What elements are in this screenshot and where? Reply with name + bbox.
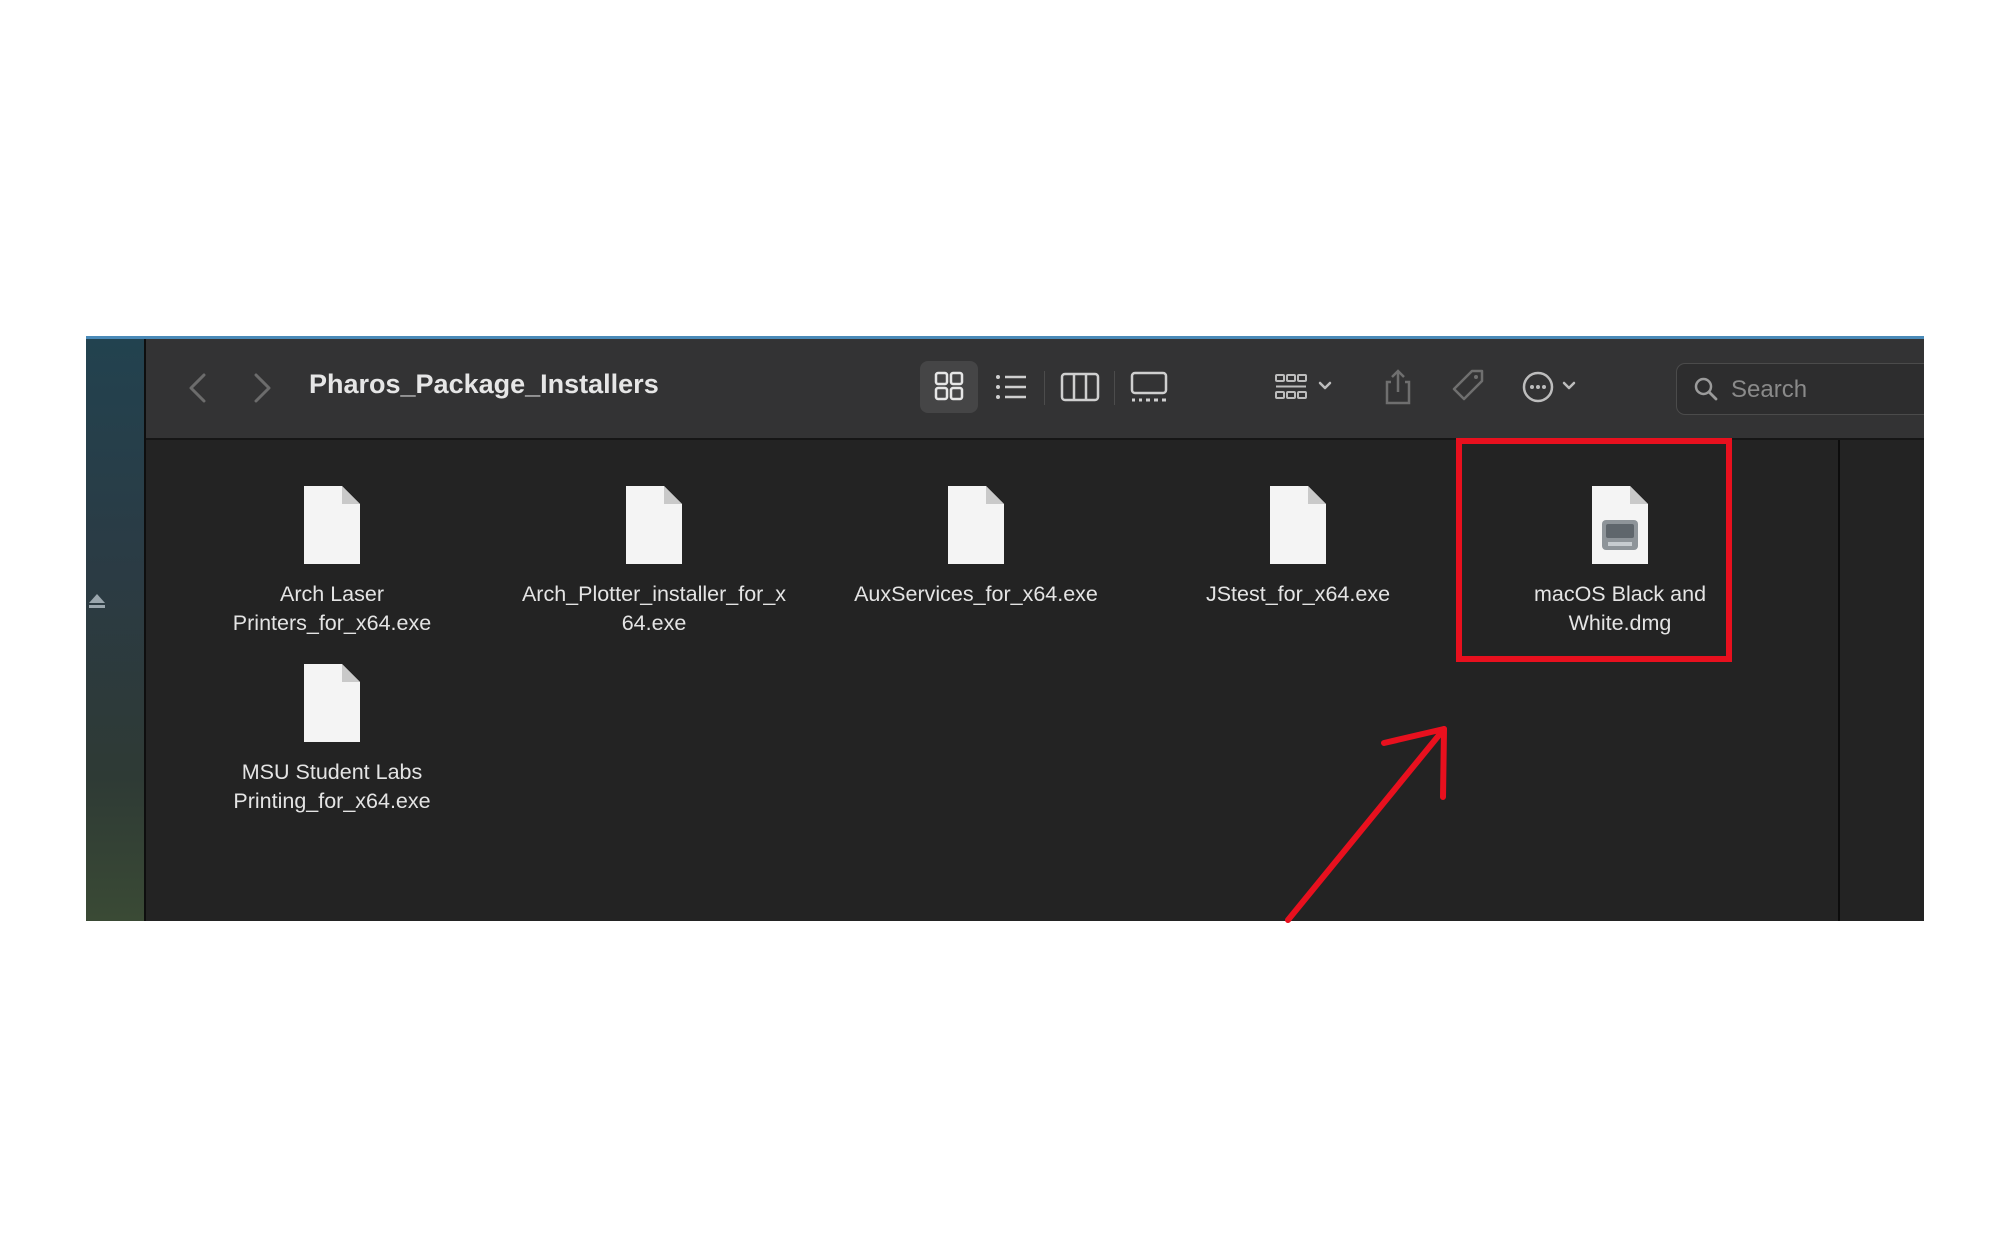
column-divider [1838,440,1840,921]
document-icon [948,486,1004,564]
eject-icon[interactable] [88,593,106,609]
file-name: Arch_Plotter_installer_for_x 64.exe [521,582,787,635]
more-actions-icon[interactable] [1512,361,1592,413]
file-item[interactable]: MSU Student Labs Printing_for_x64.exe [172,662,492,816]
document-icon [304,486,360,564]
red-arrow-annotation [1285,726,1447,923]
file-item[interactable]: Arch Laser Printers_for_x64.exe [172,484,492,638]
grid-view-icon[interactable] [920,361,978,413]
finder-toolbar: Pharos_Package_Installers [146,339,1924,440]
sidebar-edge [86,339,146,921]
list-view-icon[interactable] [984,361,1040,413]
highlight-annotation-box [1456,438,1732,662]
file-name: JStest_for_x64.exe [1205,582,1391,606]
document-icon [626,486,682,564]
search-field[interactable] [1676,363,1924,415]
column-view-icon[interactable] [1052,361,1108,413]
toolbar-separator [1114,371,1115,405]
file-item[interactable]: AuxServices_for_x64.exe [816,484,1136,609]
document-icon [304,664,360,742]
search-input[interactable] [1729,374,1924,406]
share-icon[interactable] [1372,361,1424,413]
gallery-view-icon[interactable] [1120,361,1178,413]
document-icon [1270,486,1326,564]
file-name: MSU Student Labs Printing_for_x64.exe [233,760,431,813]
search-icon [1694,377,1718,401]
group-by-icon[interactable] [1266,361,1346,413]
file-item[interactable]: Arch_Plotter_installer_for_x 64.exe [494,484,814,638]
file-item[interactable]: JStest_for_x64.exe [1138,484,1458,609]
window-title: Pharos_Package_Installers [309,369,659,399]
toolbar-separator [1044,371,1045,405]
chevron-down-icon [1318,381,1332,390]
tag-icon[interactable] [1442,361,1494,413]
forward-button[interactable] [242,365,282,411]
back-button[interactable] [178,365,218,411]
file-name: AuxServices_for_x64.exe [854,582,1098,606]
file-name: Arch Laser Printers_for_x64.exe [232,582,432,635]
